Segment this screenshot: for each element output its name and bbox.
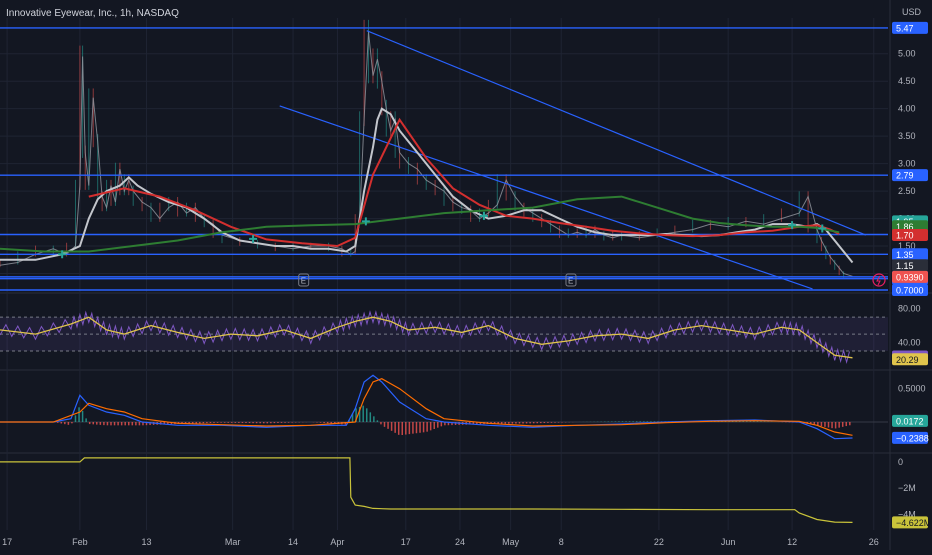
time-axis-label: 17 bbox=[401, 537, 411, 547]
macd-axis-tick: 0.5000 bbox=[898, 384, 926, 394]
level-price-tag: 5.47 bbox=[896, 23, 914, 33]
time-axis-label: 24 bbox=[455, 537, 465, 547]
time-axis-label: 8 bbox=[559, 537, 564, 547]
time-axis-label: 14 bbox=[288, 537, 298, 547]
macd-value-tag: 0.0172 bbox=[896, 416, 924, 426]
time-axis-label: May bbox=[502, 537, 520, 547]
last-price-tag: 0.9390 bbox=[896, 272, 924, 282]
volume-axis-tick: −2M bbox=[898, 483, 916, 493]
time-axis-label: Apr bbox=[330, 537, 344, 547]
time-axis-label: Jun bbox=[721, 537, 736, 547]
level-price-tag: 2.79 bbox=[896, 171, 914, 181]
volume-axis-tick: 0 bbox=[898, 457, 903, 467]
time-axis-label: Mar bbox=[225, 537, 241, 547]
price-axis-tick: 4.50 bbox=[898, 76, 916, 86]
time-axis-label: 26 bbox=[869, 537, 879, 547]
price-axis-tick: 5.00 bbox=[898, 49, 916, 59]
indicator-price-tag: 1.70 bbox=[896, 231, 914, 241]
rsi-axis-tick: 40.00 bbox=[898, 338, 921, 348]
rsi-axis-tick: 80.00 bbox=[898, 304, 921, 314]
time-axis-label: 12 bbox=[787, 537, 797, 547]
price-axis-tick: 3.00 bbox=[898, 159, 916, 169]
time-axis-label: 22 bbox=[654, 537, 664, 547]
chart-stage[interactable]: 1.001.502.002.503.003.504.004.505.00EE5.… bbox=[0, 0, 932, 550]
indicator-price-tag: 1.15 bbox=[896, 261, 914, 271]
chart-canvas[interactable]: 1.001.502.002.503.003.504.004.505.00EE5.… bbox=[0, 0, 932, 550]
macd-value-tag: −0.2388 bbox=[896, 433, 929, 443]
earnings-event-label: E bbox=[301, 277, 306, 286]
rsi-value-tag: 20.29 bbox=[896, 355, 919, 365]
level-price-tag: 1.35 bbox=[896, 250, 914, 260]
time-axis-label: Feb bbox=[72, 537, 88, 547]
time-axis-label: 17 bbox=[2, 537, 12, 547]
earnings-event-label: E bbox=[568, 277, 573, 286]
price-axis-tick: 2.50 bbox=[898, 186, 916, 196]
level-price-tag: 0.7000 bbox=[896, 286, 924, 296]
chart-title: Innovative Eyewear, Inc., 1h, NASDAQ bbox=[6, 8, 179, 19]
price-axis-tick: 4.00 bbox=[898, 104, 916, 114]
volume-value-tag: −4.622M bbox=[896, 518, 931, 528]
price-axis-tick: 3.50 bbox=[898, 131, 916, 141]
time-axis-label: 13 bbox=[142, 537, 152, 547]
currency-label: USD bbox=[902, 7, 922, 17]
